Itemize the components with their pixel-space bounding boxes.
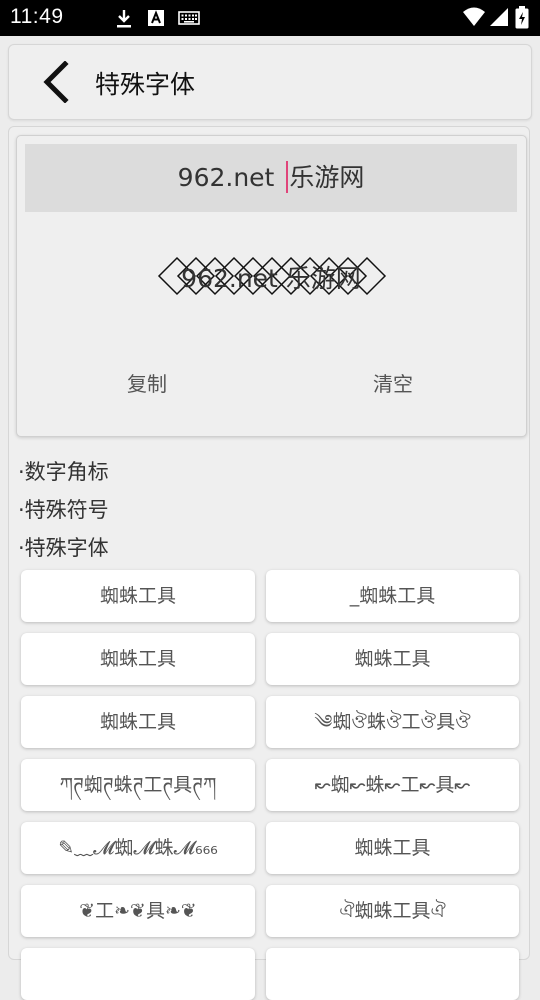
font-style-button[interactable]: ༄蜘ঔ蛛ঔ工ঔ具ঔ [266,696,519,748]
page-title: 特殊字体 [95,70,196,99]
font-style-sample: ঐ蜘蛛工具ঐ [339,900,446,922]
cell-signal-icon [490,8,508,26]
font-style-button[interactable]: 蜘蛛工具 [21,696,255,748]
keyboard-icon [178,11,200,25]
back-arrow-icon[interactable] [39,61,71,103]
font-style-sample: 蜘蛛工具 [99,648,176,670]
section-digit-superscript[interactable]: ·数字角标 [18,456,109,486]
copy-button[interactable]: 复制 [127,368,167,397]
section-special-fonts[interactable]: ·特殊字体 [18,532,109,562]
font-style-button[interactable] [21,948,255,1000]
text-caret [286,161,289,193]
font-style-button[interactable]: ঐ蜘蛛工具ঐ [266,885,519,937]
font-style-button[interactable]: ❦工❧❦具❧❦ [21,885,255,937]
font-style-button[interactable]: ✎﹏𝓜蜘𝓜蛛𝓜₆₆₆ [21,822,255,874]
font-style-sample: ✎﹏𝓜蜘𝓜蛛𝓜₆₆₆ [58,837,218,859]
app-header: 特殊字体 [8,44,532,120]
font-style-sample: _蜘蛛工具 [349,585,436,607]
font-style-sample: ↜蜘↜蛛↜工↜具↜ [314,774,471,796]
editor-card: 962.net 乐游网 962.net 乐游网 复制 清空 [16,135,527,437]
font-style-sample: 蜘蛛工具 [99,585,176,607]
input-text-after-caret: 乐游网 [289,163,365,192]
input-text-before-caret: 962.net [177,163,283,192]
font-style-button[interactable]: ↜蜘↜蛛↜工↜具↜ [266,759,519,811]
font-style-button[interactable]: ཀཊ蜘ཊ蛛ཊ工ཊ具ཊཀ [21,759,255,811]
clear-button[interactable]: 清空 [373,368,413,397]
font-style-sample: 蜘蛛工具 [354,648,431,670]
status-bar: 11:49 [0,0,540,36]
preview-text: 962.net 乐游网 [181,264,361,293]
main-panel: 962.net 乐游网 962.net 乐游网 复制 清空 ·数字角标 ·特殊符… [8,126,530,1000]
preview-output: 962.net 乐游网 [157,256,387,296]
download-icon [117,10,131,28]
text-input[interactable]: 962.net 乐游网 [25,144,517,212]
font-style-sample: 蜘蛛工具 [354,837,431,859]
font-style-sample: 蜘蛛工具 [99,711,176,733]
font-style-button[interactable]: 蜘蛛工具 [21,570,255,622]
font-style-sample: ཀཊ蜘ཊ蛛ཊ工ཊ具ཊཀ [59,774,217,796]
font-style-button[interactable]: 蜘蛛工具 [266,822,519,874]
font-style-button[interactable]: _蜘蛛工具 [266,570,519,622]
font-style-sample: ༄蜘ঔ蛛ঔ工ঔ具ঔ [314,711,471,733]
font-style-button[interactable] [266,948,519,1000]
status-time: 11:49 [10,5,64,28]
font-style-button[interactable]: 蜘蛛工具 [266,633,519,685]
wifi-icon [463,7,485,26]
font-a-icon [148,10,164,26]
font-style-sample: ❦工❧❦具❧❦ [79,900,197,922]
section-special-symbols[interactable]: ·特殊符号 [18,494,109,524]
battery-icon [515,6,529,29]
font-style-button[interactable]: 蜘蛛工具 [21,633,255,685]
